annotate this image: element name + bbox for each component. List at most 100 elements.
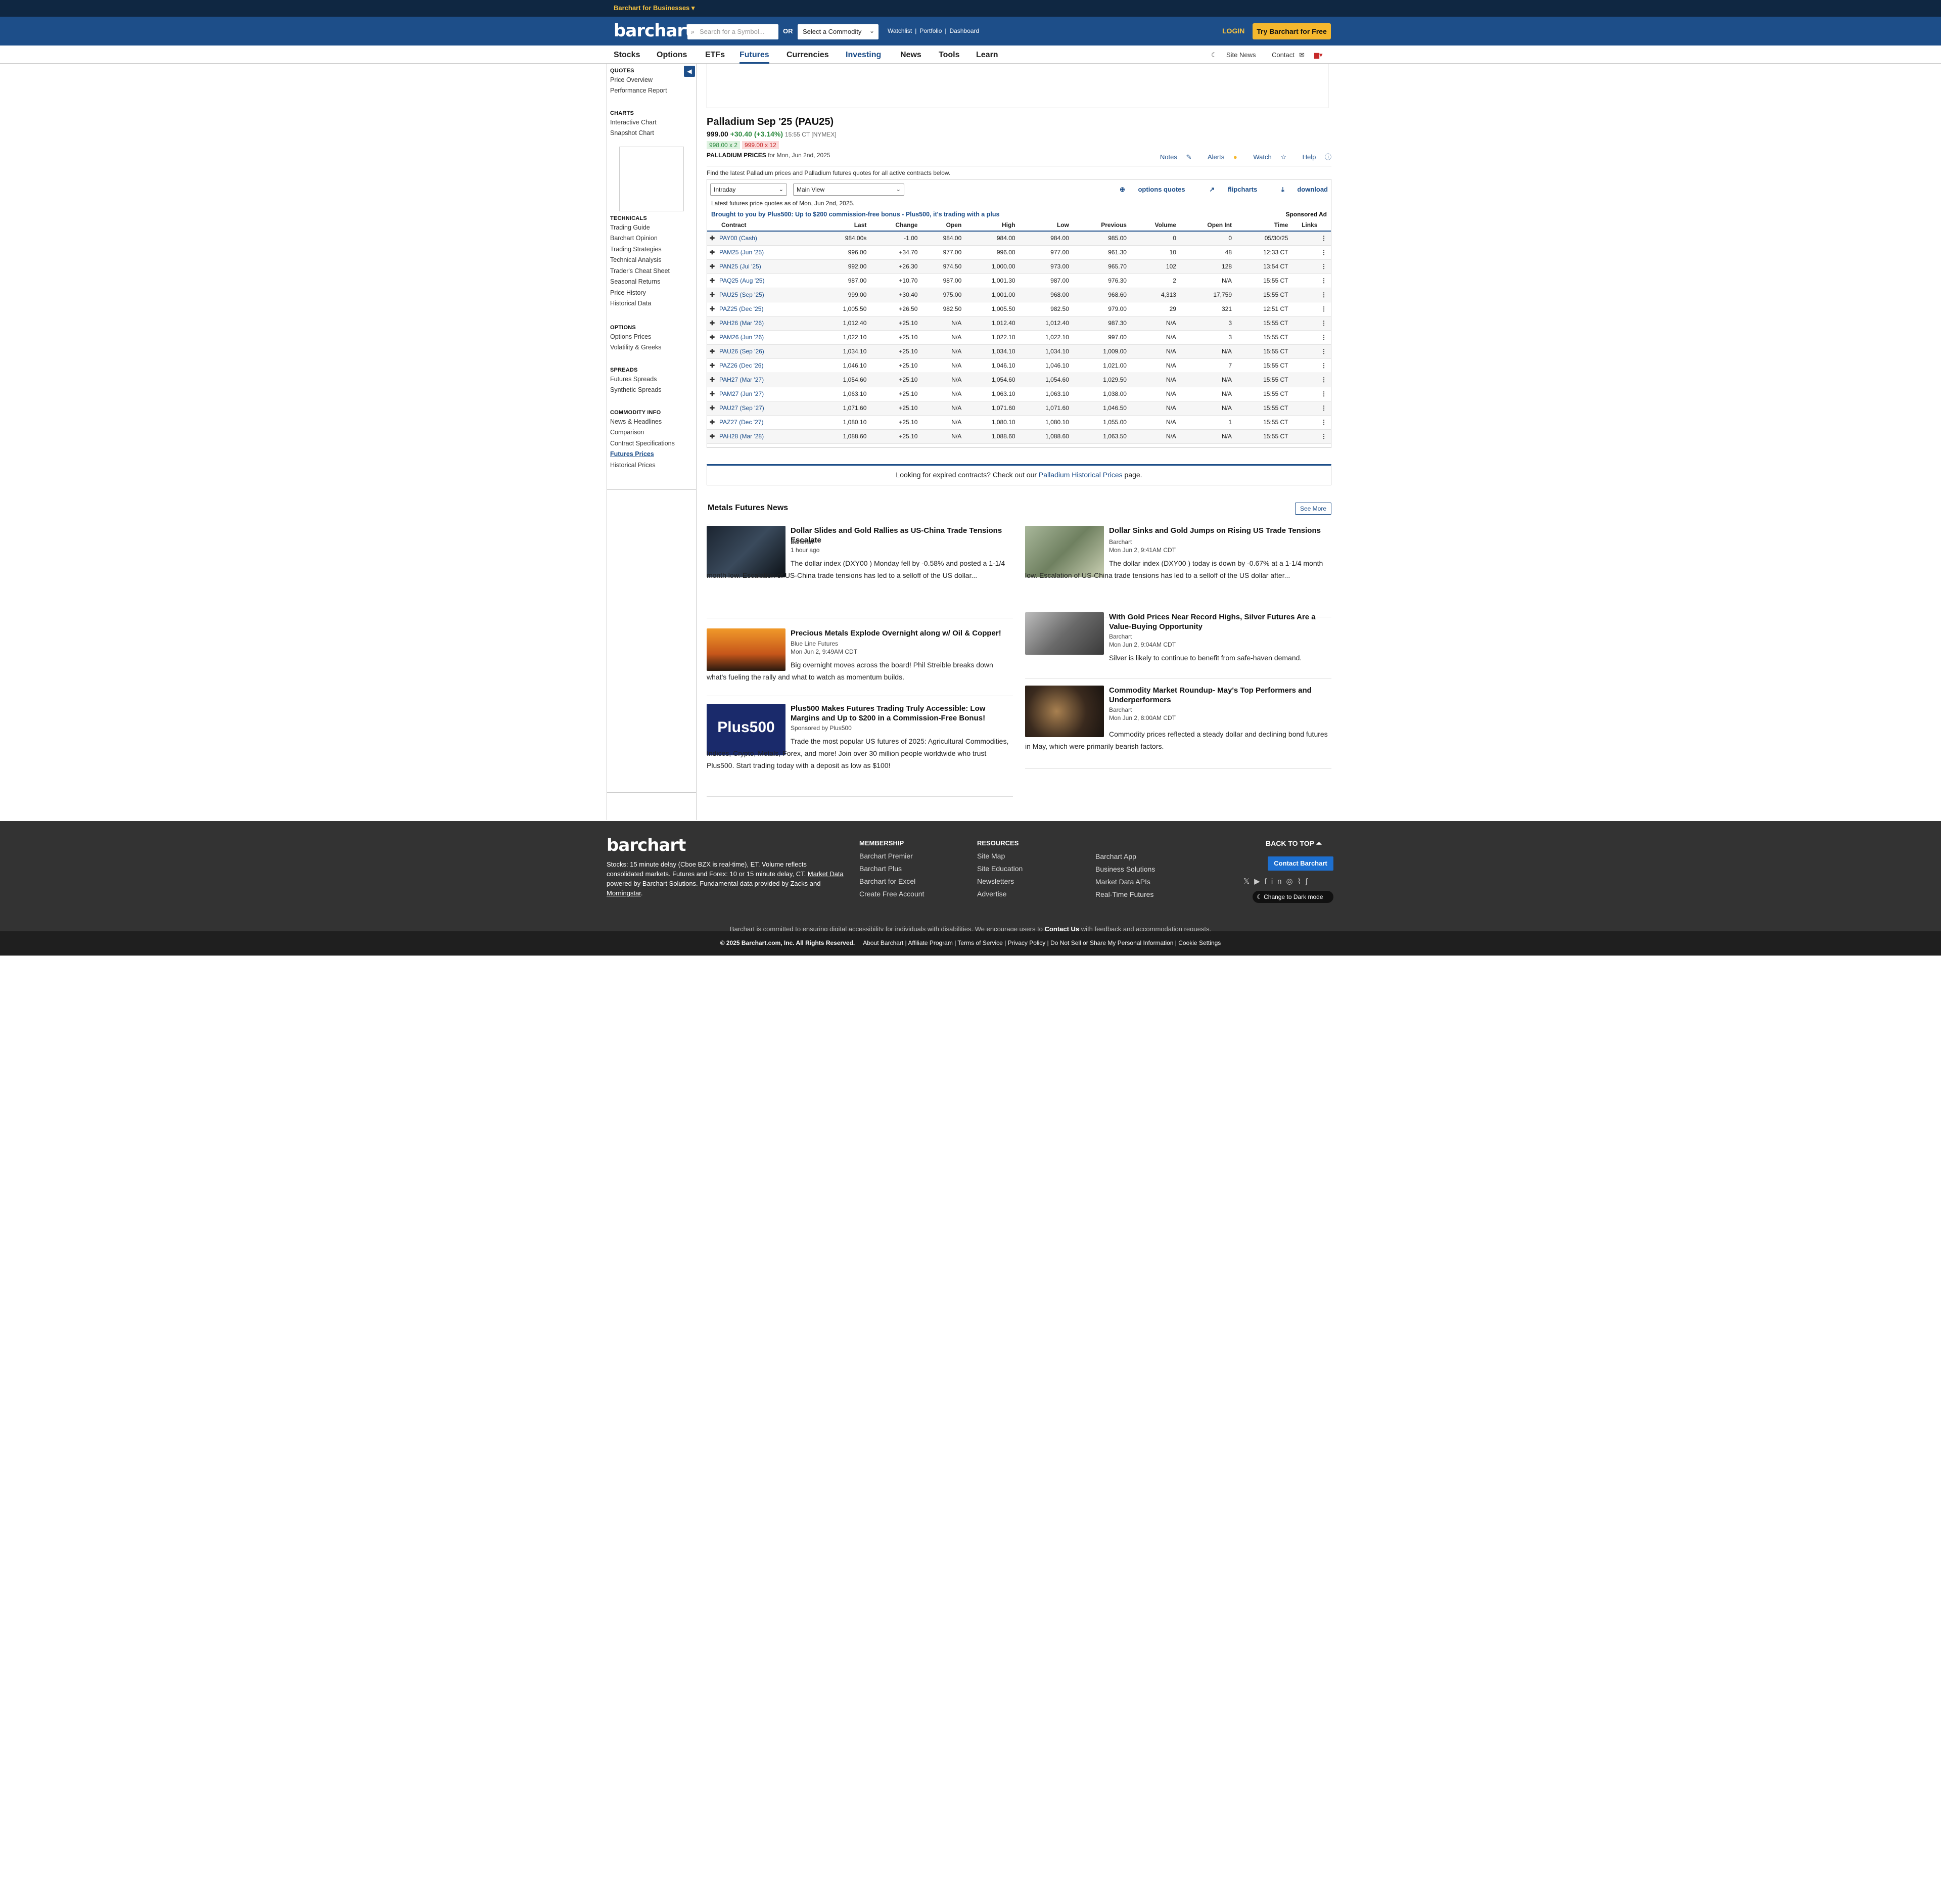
market-data-link[interactable]: Market Data: [808, 870, 844, 878]
options-quotes-link[interactable]: ⊕ options quotes: [1108, 186, 1185, 193]
contract-link[interactable]: PAU27 (Sep '27): [717, 401, 817, 416]
sidebar-item-cheat-sheet[interactable]: Trader's Cheat Sheet: [610, 267, 670, 275]
contract-link[interactable]: PAM27 (Jun '27): [717, 387, 817, 401]
back-to-top-button[interactable]: BACK TO TOP ⏶: [1266, 839, 1322, 848]
sidebar-item-technical-analysis[interactable]: Technical Analysis: [610, 256, 661, 263]
expand-icon[interactable]: ✚: [707, 373, 717, 387]
sponsor-promo-link[interactable]: Brought to you by Plus500: Up to $200 co…: [711, 211, 999, 218]
table-row[interactable]: ✚ PAH28 (Mar '28) 1,088.60 +25.10 N/A 1,088.6…: [707, 429, 1331, 444]
expand-icon[interactable]: ✚: [707, 288, 717, 302]
more-actions-icon[interactable]: ⋮: [1292, 415, 1331, 430]
col-volume[interactable]: Volume: [1130, 219, 1180, 232]
news-headline[interactable]: With Gold Prices Near Record Highs, Silv…: [1109, 612, 1331, 631]
more-actions-icon[interactable]: ⋮: [1292, 358, 1331, 373]
sidebar-item-historical-data[interactable]: Historical Data: [610, 300, 651, 307]
more-actions-icon[interactable]: ⋮: [1292, 302, 1331, 316]
news-item[interactable]: Dollar Slides and Gold Rallies as US-Chi…: [707, 526, 1013, 618]
nav-tools[interactable]: Tools: [939, 51, 959, 60]
contract-link[interactable]: PAZ27 (Dec '27): [717, 415, 817, 430]
table-row[interactable]: ✚ PAU26 (Sep '26) 1,034.10 +25.10 N/A 1,034.1…: [707, 344, 1331, 359]
table-row[interactable]: ✚ PAZ25 (Dec '25) 1,005.50 +26.50 982.50 1,00…: [707, 302, 1331, 316]
flipcharts-link[interactable]: ↗ flipcharts: [1198, 186, 1257, 193]
news-item[interactable]: Precious Metals Explode Overnight along …: [707, 628, 1013, 696]
table-row[interactable]: ✚ PAH26 (Mar '26) 1,012.40 +25.10 N/A 1,012.4…: [707, 316, 1331, 331]
sidebar-item-trading-guide[interactable]: Trading Guide: [610, 224, 650, 231]
search-input[interactable]: ⌕ Search for a Symbol...: [687, 24, 778, 39]
nav-currencies[interactable]: Currencies: [787, 51, 829, 60]
news-item[interactable]: Dollar Sinks and Gold Jumps on Rising US…: [1025, 526, 1331, 617]
expand-icon[interactable]: ✚: [707, 387, 717, 401]
us-flag-icon[interactable]: ▆▾: [1314, 51, 1323, 59]
contract-link[interactable]: PAU26 (Sep '26): [717, 344, 817, 359]
alerts-button[interactable]: Alerts ●: [1200, 153, 1237, 161]
col-open[interactable]: Open: [921, 219, 966, 232]
contract-link[interactable]: PAZ26 (Dec '26): [717, 358, 817, 373]
expand-icon[interactable]: ✚: [707, 274, 717, 288]
contract-link[interactable]: PAH26 (Mar '26): [717, 316, 817, 331]
table-row[interactable]: ✚ PAY00 (Cash) 984.00s -1.00 984.00 984.00 984…: [707, 231, 1331, 246]
expand-icon[interactable]: ✚: [707, 330, 717, 345]
nav-etfs[interactable]: ETFs: [705, 51, 725, 60]
view-select[interactable]: Main View ⌄: [793, 184, 904, 196]
footer-link[interactable]: Barchart for Excel: [859, 877, 924, 885]
sidebar-item-futures-prices[interactable]: Futures Prices: [610, 450, 654, 458]
nav-news[interactable]: News: [900, 51, 921, 60]
more-actions-icon[interactable]: ⋮: [1292, 231, 1331, 246]
historical-prices-link[interactable]: Palladium Historical Prices: [1039, 471, 1123, 479]
more-actions-icon[interactable]: ⋮: [1292, 373, 1331, 387]
expand-icon[interactable]: ✚: [707, 316, 717, 331]
sidebar-item-barchart-opinion[interactable]: Barchart Opinion: [610, 235, 658, 242]
contract-link[interactable]: PAM25 (Jun '25): [717, 245, 817, 260]
table-row[interactable]: ✚ PAU27 (Sep '27) 1,071.60 +25.10 N/A 1,071.6…: [707, 401, 1331, 416]
portfolio-link[interactable]: Portfolio: [919, 27, 942, 34]
expand-icon[interactable]: ✚: [707, 344, 717, 359]
contact-barchart-button[interactable]: Contact Barchart: [1268, 856, 1333, 871]
news-item[interactable]: With Gold Prices Near Record Highs, Silv…: [1025, 612, 1331, 678]
col-previous[interactable]: Previous: [1073, 219, 1131, 232]
contract-link[interactable]: PAH27 (Mar '27): [717, 373, 817, 387]
watch-button[interactable]: Watch ☆: [1246, 153, 1286, 161]
rss-icon[interactable]: ⌇: [1298, 877, 1306, 886]
nav-investing[interactable]: Investing: [846, 51, 881, 60]
col-change[interactable]: Change: [870, 219, 922, 232]
instagram-icon[interactable]: ◎: [1286, 877, 1298, 886]
table-row[interactable]: ✚ PAZ26 (Dec '26) 1,046.10 +25.10 N/A 1,046.1…: [707, 358, 1331, 373]
download-link[interactable]: ⤓ download: [1270, 186, 1328, 193]
contact-link[interactable]: Contact: [1272, 51, 1295, 59]
sidebar-item-volatility-greeks[interactable]: Volatility & Greeks: [610, 344, 661, 351]
expand-icon[interactable]: ✚: [707, 231, 717, 246]
contract-link[interactable]: PAH28 (Mar '28): [717, 429, 817, 444]
footer-link[interactable]: Site Education: [977, 865, 1023, 873]
more-actions-icon[interactable]: ⋮: [1292, 429, 1331, 444]
contract-link[interactable]: PAQ25 (Aug '25): [717, 274, 817, 288]
linkedin-icon[interactable]: in: [1271, 877, 1286, 886]
table-row[interactable]: ✚ PAZ27 (Dec '27) 1,080.10 +25.10 N/A 1,080.1…: [707, 415, 1331, 430]
contract-link[interactable]: PAM26 (Jun '26): [717, 330, 817, 345]
expand-icon[interactable]: ✚: [707, 259, 717, 274]
news-headline[interactable]: Commodity Market Roundup- May's Top Perf…: [1109, 686, 1331, 705]
sidebar-item-price-history[interactable]: Price History: [610, 289, 646, 296]
news-item[interactable]: Commodity Market Roundup- May's Top Perf…: [1025, 686, 1331, 769]
sidebar-item-historical-prices[interactable]: Historical Prices: [610, 462, 656, 469]
more-actions-icon[interactable]: ⋮: [1292, 330, 1331, 345]
nav-stocks[interactable]: Stocks: [614, 51, 640, 60]
footer-link[interactable]: Newsletters: [977, 877, 1023, 885]
nav-futures[interactable]: Futures: [740, 51, 769, 64]
news-item[interactable]: Plus500 Plus500 Makes Futures Trading Tr…: [707, 704, 1013, 797]
youtube-icon[interactable]: ▶: [1254, 877, 1265, 886]
footer-link[interactable]: Site Map: [977, 852, 1023, 860]
sidebar-item-futures-spreads[interactable]: Futures Spreads: [610, 376, 657, 383]
stocktwits-icon[interactable]: ʃ: [1306, 877, 1312, 886]
footer-link[interactable]: Barchart Plus: [859, 865, 924, 873]
news-headline[interactable]: Plus500 Makes Futures Trading Truly Acce…: [791, 704, 1013, 723]
expand-icon[interactable]: ✚: [707, 415, 717, 430]
commodity-select[interactable]: Select a Commodity ⌄: [798, 24, 879, 39]
contract-link[interactable]: PAU25 (Sep '25): [717, 288, 817, 302]
col-low[interactable]: Low: [1019, 219, 1073, 232]
table-row[interactable]: ✚ PAN25 (Jul '25) 992.00 +26.30 974.50 1,000.…: [707, 259, 1331, 274]
more-actions-icon[interactable]: ⋮: [1292, 288, 1331, 302]
table-row[interactable]: ✚ PAQ25 (Aug '25) 987.00 +10.70 987.00 1,001.…: [707, 274, 1331, 288]
sidebar-item-options-prices[interactable]: Options Prices: [610, 333, 651, 340]
sidebar-item-trading-strategies[interactable]: Trading Strategies: [610, 246, 662, 253]
contract-link[interactable]: PAY00 (Cash): [717, 231, 817, 246]
